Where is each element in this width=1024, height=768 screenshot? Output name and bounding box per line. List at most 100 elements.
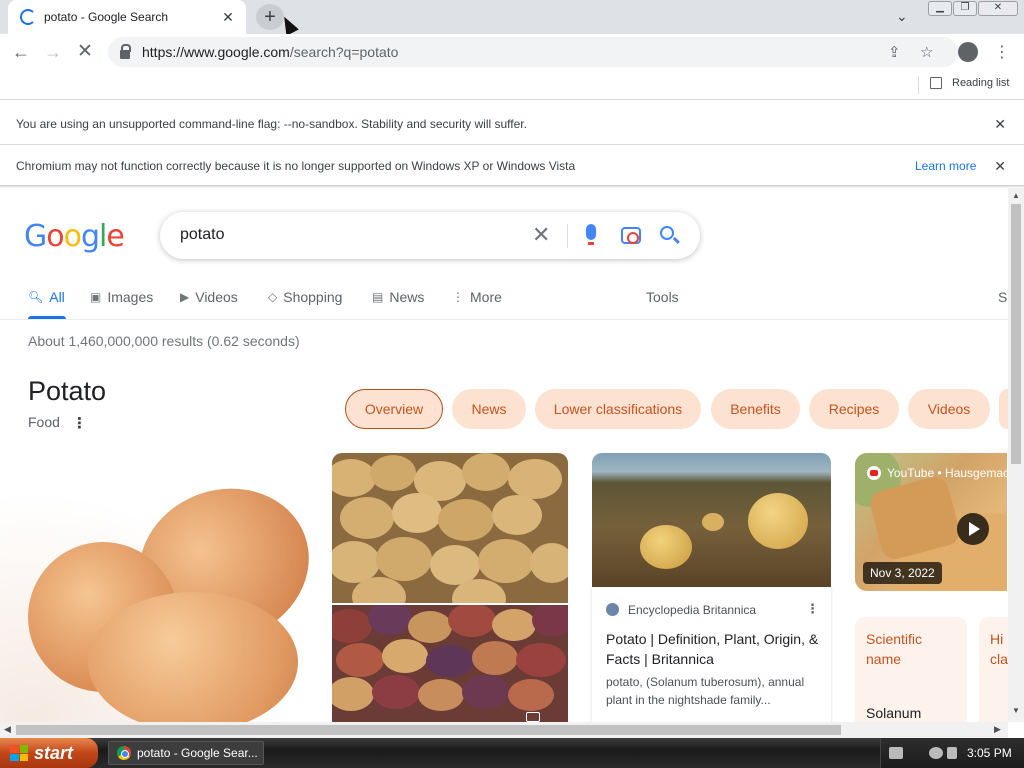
search-input[interactable]: potato: [180, 226, 224, 244]
result-source: Encyclopedia Britannica: [628, 603, 757, 617]
video-date: Nov 3, 2022: [863, 562, 942, 584]
tab-news[interactable]: ▤ News: [372, 289, 424, 305]
forward-arrow-icon[interactable]: →: [42, 42, 64, 62]
address-bar[interactable]: https://www.google.com/search?q=potato ⇪…: [108, 37, 958, 67]
newspaper-icon: ▤: [372, 290, 384, 304]
scroll-down-arrow-icon[interactable]: ▼: [1012, 706, 1020, 715]
fact-card-scientific-name[interactable]: Scientific name Solanum: [855, 617, 967, 722]
browser-toolbar: ← → ✕ https://www.google.com/search?q=po…: [0, 34, 1024, 70]
unsupported-os-infobar: Chromium may not function correctly beca…: [0, 145, 1024, 187]
reading-list-icon: [930, 77, 942, 89]
horizontal-scrollbar[interactable]: ◀ ▶: [0, 722, 1008, 738]
microphone-icon[interactable]: [586, 224, 596, 245]
video-channel-label: YouTube • Hausgemac: [867, 466, 1009, 480]
tag-icon: ◇: [268, 290, 278, 304]
video-icon: ▶: [180, 290, 190, 304]
learn-more-link[interactable]: Learn more: [915, 159, 976, 173]
fact-key: Scientific name: [866, 631, 923, 667]
chip-news[interactable]: News: [452, 389, 526, 429]
system-tray: 3:05 PM: [880, 738, 1024, 768]
windows-flag-icon: [10, 745, 28, 761]
start-button[interactable]: start: [0, 738, 98, 768]
no-sandbox-infobar: You are using an unsupported command-lin…: [0, 103, 1024, 145]
stop-loading-icon[interactable]: ✕: [74, 42, 96, 62]
chip-next-partial[interactable]: [999, 389, 1008, 429]
chip-recipes[interactable]: Recipes: [809, 389, 899, 429]
potato-main-image[interactable]: [0, 452, 330, 722]
search-box-divider: [567, 224, 568, 248]
knowledge-panel-subtitle: Food: [28, 414, 60, 430]
network-icon[interactable]: [929, 747, 943, 759]
chip-overview[interactable]: Overview: [345, 389, 443, 429]
clear-search-icon[interactable]: ✕: [532, 222, 550, 248]
fact-value: Solanum: [866, 705, 922, 721]
tab-more[interactable]: ⋮ More: [452, 289, 502, 305]
potato-field-image[interactable]: [592, 453, 831, 587]
fact-card-partial[interactable]: Hi cla: [979, 617, 1008, 722]
browser-menu-icon[interactable]: ⋮: [994, 42, 1010, 62]
taskbar-chromium-window[interactable]: potato - Google Sear...: [108, 741, 264, 765]
no-sandbox-warning-text: You are using an unsupported command-lin…: [16, 116, 527, 131]
active-tab-indicator: [28, 316, 66, 319]
tab-shopping[interactable]: ◇ Shopping: [268, 289, 342, 305]
reading-list-label: Reading list: [952, 77, 1010, 89]
close-window-button[interactable]: ✕: [978, 1, 1018, 16]
search-icon[interactable]: [660, 226, 674, 240]
back-arrow-icon[interactable]: ←: [10, 42, 32, 62]
vertical-scroll-thumb[interactable]: [1011, 204, 1021, 464]
horizontal-scroll-thumb[interactable]: [16, 725, 841, 735]
tab-images[interactable]: ▣ Images: [90, 289, 153, 305]
profile-avatar-icon[interactable]: [958, 42, 978, 62]
volume-icon[interactable]: [947, 747, 957, 759]
result-stats: About 1,460,000,000 results (0.62 second…: [28, 333, 300, 349]
page-top-shadow: [0, 185, 1024, 188]
red-potatoes-image[interactable]: [332, 605, 568, 722]
play-icon[interactable]: [957, 513, 989, 545]
lock-icon[interactable]: [120, 43, 131, 59]
bookmarks-separator: [918, 76, 919, 94]
image-icon: ▣: [90, 290, 102, 304]
unsupported-os-warning-text: Chromium may not function correctly beca…: [16, 158, 576, 173]
result-card-britannica[interactable]: Encyclopedia Britannica ⋮ Potato | Defin…: [592, 587, 831, 722]
infobar-close-icon[interactable]: ✕: [994, 158, 1006, 175]
result-more-options-icon[interactable]: ⋮: [806, 601, 819, 617]
new-tab-button[interactable]: +: [256, 4, 284, 30]
google-logo[interactable]: Google: [24, 219, 125, 254]
camera-lens-icon[interactable]: [621, 227, 641, 244]
tab-title: potato - Google Search: [44, 10, 169, 24]
scroll-up-arrow-icon[interactable]: ▲: [1012, 191, 1020, 200]
knowledge-panel-menu-icon[interactable]: ⋮: [72, 414, 87, 432]
chip-videos[interactable]: Videos: [908, 389, 990, 429]
knowledge-panel-title: Potato: [28, 376, 107, 406]
tab-close-icon[interactable]: ✕: [220, 9, 236, 26]
potato-pile-image[interactable]: [332, 453, 568, 603]
keyboard-icon[interactable]: [889, 747, 903, 759]
bookmark-star-icon[interactable]: ☆: [920, 43, 933, 61]
tab-all[interactable]: 🔍︎ All: [28, 289, 65, 305]
infobar-close-icon[interactable]: ✕: [994, 116, 1006, 133]
restore-button[interactable]: ❐: [953, 1, 977, 16]
taskbar-clock: 3:05 PM: [967, 746, 1012, 760]
minimize-button[interactable]: ▁: [928, 1, 952, 16]
fact-key: Hi cla: [990, 631, 1008, 667]
reading-list-button[interactable]: Reading list: [930, 77, 1009, 89]
expand-image-icon[interactable]: [526, 712, 540, 722]
tab-search-chevron-icon[interactable]: ⌄: [896, 8, 908, 25]
browser-tab-active[interactable]: potato - Google Search ✕: [8, 0, 246, 34]
more-vertical-icon: ⋮: [452, 290, 464, 304]
address-url[interactable]: https://www.google.com/search?q=potato: [142, 44, 398, 60]
browser-title-bar: potato - Google Search ✕ + ⌄ ▁ ❐ ✕: [0, 0, 1024, 36]
result-title-link[interactable]: Potato | Definition, Plant, Origin, & Fa…: [606, 629, 821, 669]
vertical-scrollbar[interactable]: ▲ ▼: [1008, 188, 1024, 722]
chip-lower-classifications[interactable]: Lower classifications: [535, 389, 701, 429]
search-nav-tabs: 🔍︎ All ▣ Images ▶ Videos ◇ Shopping ▤ News ⋮ M…: [0, 280, 1008, 320]
search-box[interactable]: potato ✕: [160, 212, 700, 259]
tab-videos[interactable]: ▶ Videos: [180, 289, 238, 305]
scroll-left-arrow-icon[interactable]: ◀: [4, 724, 11, 735]
tools-button[interactable]: Tools: [646, 289, 679, 305]
scroll-right-arrow-icon[interactable]: ▶: [994, 724, 1001, 735]
britannica-favicon-icon: [606, 603, 619, 616]
share-icon[interactable]: ⇪: [888, 43, 901, 61]
chip-benefits[interactable]: Benefits: [711, 389, 800, 429]
safesearch-cutoff[interactable]: S: [998, 289, 1007, 305]
